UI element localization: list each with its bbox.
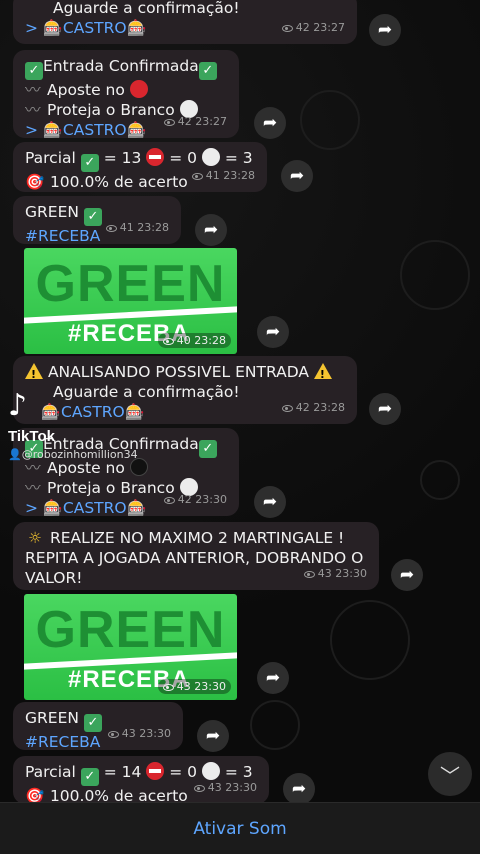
forward-button[interactable]: ➦	[257, 662, 289, 694]
message-bubble: Parcial ✓ = 13 = 0 = 3 🎯 100.0% de acert…	[13, 142, 267, 192]
target-icon: 🎯	[25, 173, 45, 191]
message-text: Entrada Confirmada	[43, 57, 199, 75]
tiktok-username: 👤@robozinhomillion34	[8, 448, 138, 461]
message-meta: 41 23:28	[105, 218, 169, 238]
message-meta: 43 23:30	[193, 778, 257, 798]
message-text: GREEN	[25, 709, 79, 727]
message-bubble: ☼ REALIZE NO MAXIMO 2 MARTINGALE ! REPIT…	[13, 522, 379, 590]
forward-button[interactable]: ➦	[195, 214, 227, 246]
check-icon: ✓	[80, 154, 99, 172]
message-meta: 43 23:30	[157, 679, 231, 694]
warning-icon	[313, 363, 332, 385]
views-icon	[107, 731, 119, 738]
green-image[interactable]: GREEN #RECEBA 40 23:28	[24, 248, 237, 354]
tiktok-brand: TikTok	[8, 428, 55, 445]
check-icon: ✓	[80, 768, 99, 786]
message-text: ANALISANDO POSSIVEL ENTRADA	[47, 363, 309, 381]
bottom-bar: Ativar Som	[0, 802, 480, 854]
wave-icon: 〰	[25, 81, 41, 99]
white-circle-icon	[201, 148, 220, 166]
message-meta: 40 23:28	[157, 333, 231, 348]
message-meta: 42 23:27	[163, 112, 227, 132]
forward-button[interactable]: ➦	[197, 720, 229, 752]
warning-icon	[25, 363, 43, 385]
message-bubble: ANALISANDO POSSIVEL ENTRADA Aguarde a co…	[13, 356, 357, 424]
forward-button[interactable]: ➦	[391, 559, 423, 591]
casino-icon: 🎰	[43, 121, 63, 139]
message-text: Aguarde a confirmação!	[53, 0, 240, 17]
casino-icon: 🎰	[43, 499, 63, 517]
image-title: GREEN	[35, 255, 226, 313]
check-icon: ✓	[25, 62, 43, 80]
wave-icon: 〰	[25, 479, 41, 497]
views-icon	[163, 119, 175, 126]
message-bubble: ✓ Entrada Confirmada ✓ 〰 Aposte no 〰 Proteja…	[13, 50, 239, 139]
message-meta: 42 23:28	[281, 398, 345, 418]
message-bubble: Aguarde a confirmação! > 🎰CASTRO🎰 42 23:…	[13, 0, 357, 44]
message-meta: 43 23:30	[107, 724, 171, 744]
views-icon	[163, 497, 175, 504]
forward-button[interactable]: ➦	[254, 107, 286, 139]
views-icon	[105, 225, 117, 232]
casino-icon: 🎰	[126, 499, 147, 517]
chevron-down-icon: ﹀	[440, 763, 460, 788]
casino-icon: 🎰	[126, 19, 147, 37]
no-entry-icon	[146, 148, 165, 166]
tiktok-watermark: ♪ TikTok 👤@robozinhomillion34	[8, 388, 138, 461]
check-icon: ✓	[83, 714, 102, 732]
enable-sound-button[interactable]: Ativar Som	[193, 819, 286, 839]
casino-icon: 🎰	[125, 403, 145, 421]
views-icon	[162, 684, 174, 691]
views-icon	[162, 338, 174, 345]
message-text: Aposte no	[47, 81, 125, 99]
message-text: GREEN	[25, 203, 79, 221]
check-icon: ✓	[198, 62, 217, 80]
views-icon	[193, 785, 205, 792]
sun-icon: ☼	[28, 529, 42, 547]
check-icon: ✓	[83, 208, 102, 226]
wave-icon: 〰	[25, 459, 41, 477]
wave-icon: 〰	[25, 101, 41, 119]
forward-button[interactable]: ➦	[283, 773, 315, 805]
message-meta: 42 23:30	[163, 490, 227, 510]
message-text: Proteja o Branco	[47, 101, 175, 119]
views-icon	[281, 25, 293, 32]
message-bubble: Parcial ✓ = 14 = 0 = 3 🎯 100.0% de acert…	[13, 756, 269, 805]
tiktok-logo-icon: ♪	[8, 388, 28, 423]
casino-icon: 🎰	[43, 19, 63, 37]
message-meta: 42 23:27	[281, 18, 345, 38]
views-icon	[191, 173, 203, 180]
casino-icon: 🎰	[126, 121, 147, 139]
red-circle-icon	[129, 80, 148, 98]
message-text: REALIZE NO MAXIMO 2 MARTINGALE !	[49, 529, 345, 547]
green-image[interactable]: GREEN #RECEBA 43 23:30	[24, 594, 237, 700]
message-meta: 41 23:28	[191, 166, 255, 186]
views-icon	[281, 405, 293, 412]
message-text: Proteja o Branco	[47, 479, 175, 497]
forward-button[interactable]: ➦	[281, 160, 313, 192]
scroll-down-button[interactable]: ﹀	[428, 752, 472, 796]
forward-button[interactable]: ➦	[254, 486, 286, 518]
message-meta: 43 23:30	[303, 564, 367, 584]
image-title: GREEN	[35, 601, 226, 659]
message-text: Aposte no	[47, 459, 125, 477]
forward-button[interactable]: ➦	[369, 14, 401, 46]
forward-button[interactable]: ➦	[369, 393, 401, 425]
message-bubble: GREEN ✓ #RECEBA 41 23:28	[13, 196, 181, 245]
forward-button[interactable]: ➦	[257, 316, 289, 348]
message-bubble: GREEN ✓ #RECEBA 43 23:30	[13, 702, 183, 751]
no-entry-icon	[146, 762, 165, 780]
casino-icon: 🎰	[41, 403, 61, 421]
views-icon	[303, 571, 315, 578]
check-icon: ✓	[198, 440, 217, 458]
